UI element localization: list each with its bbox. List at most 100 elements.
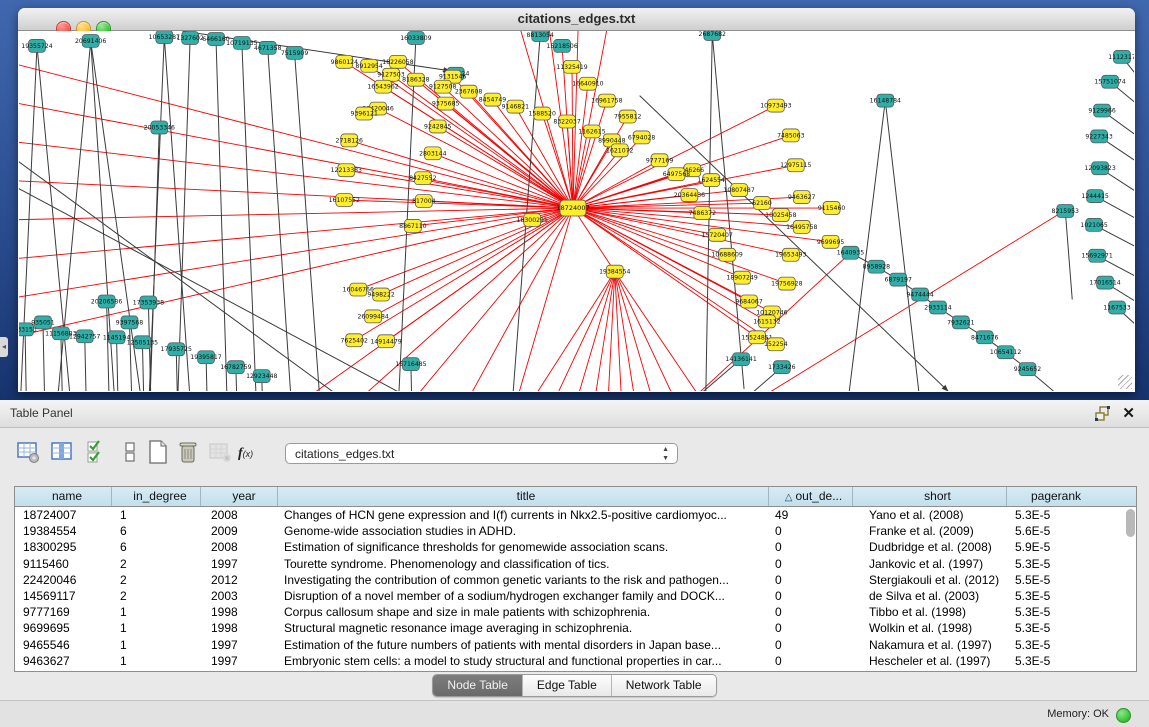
table-cell[interactable]: 49 [769, 507, 853, 523]
table-cell[interactable]: 0 [769, 653, 853, 669]
graph-node[interactable]: 7515909 [281, 46, 309, 59]
table-cell[interactable]: 9115460 [15, 556, 112, 572]
table-cell[interactable]: 0 [769, 588, 853, 604]
table-cell[interactable]: 1997 [201, 556, 278, 572]
memory-status-indicator[interactable] [1116, 708, 1131, 723]
table-cell[interactable]: Genome-wide association studies in ADHD. [278, 523, 769, 539]
table-cell[interactable]: 2 [112, 588, 201, 604]
row-height-icon[interactable] [118, 440, 142, 464]
column-header-year[interactable]: year [201, 487, 278, 506]
table-row[interactable]: 911546021997Tourette syndrome. Phenomeno… [15, 556, 1136, 572]
table-cell[interactable]: 1 [112, 507, 201, 523]
table-cell[interactable]: 1997 [201, 653, 278, 669]
table-cell[interactable]: 9699695 [15, 620, 112, 636]
table-cell[interactable]: Disruption of a novel member of a sodium… [278, 588, 769, 604]
table-cell[interactable]: Corpus callosum shape and size in male p… [278, 604, 769, 620]
graph-node[interactable]: 9684067 [735, 295, 763, 308]
column-header-out_de[interactable]: △out_de... [769, 487, 853, 506]
graph-node[interactable]: 2933114 [924, 301, 952, 314]
graph-node[interactable]: 8813054 [526, 31, 554, 41]
graph-node[interactable]: 1624554 [698, 174, 726, 187]
table-cell[interactable]: 5.3E-5 [1007, 637, 1097, 653]
delete-table-icon[interactable] [208, 440, 232, 464]
table-cell[interactable]: Dudbridge et al. (2008) [853, 539, 1007, 555]
graph-node[interactable]: 6794028 [628, 131, 656, 144]
graph-node[interactable]: 8322037 [553, 115, 581, 128]
table-cell[interactable]: Estimation of the future numbers of pati… [278, 637, 769, 653]
graph-node[interactable]: 62160 [752, 197, 772, 210]
graph-node[interactable]: 935051 [31, 316, 55, 329]
table-cell[interactable]: 1998 [201, 604, 278, 620]
graph-node[interactable]: 10973493 [760, 99, 791, 112]
table-cell[interactable]: 5.6E-5 [1007, 523, 1097, 539]
graph-node[interactable]: 9699695 [817, 235, 845, 248]
table-cell[interactable]: 2003 [201, 588, 278, 604]
graph-node[interactable]: 10025458 [765, 209, 796, 222]
column-header-pagerank[interactable]: pagerank [1007, 487, 1097, 506]
column-header-short[interactable]: short [853, 487, 1007, 506]
table-cell[interactable]: 0 [769, 637, 853, 653]
graph-node[interactable]: 9474444 [906, 288, 934, 301]
table-cell[interactable]: Jankovic et al. (1997) [853, 556, 1007, 572]
table-cell[interactable]: Hescheler et al. (1997) [853, 653, 1007, 669]
table-cell[interactable]: 1997 [201, 637, 278, 653]
column-header-in_degree[interactable]: in_degree [112, 487, 201, 506]
graph-node[interactable]: 18226058 [382, 55, 413, 68]
table-cell[interactable]: Embryonic stem cells: a model to study s… [278, 653, 769, 669]
graph-node[interactable]: 15751074 [1094, 75, 1125, 88]
graph-node[interactable]: 9777169 [646, 154, 674, 167]
graph-node[interactable]: 19395817 [190, 351, 221, 364]
graph-node[interactable]: 10807487 [723, 184, 754, 197]
graph-node[interactable]: 16107552 [329, 194, 360, 207]
table-cell[interactable]: 2008 [201, 539, 278, 555]
table-cell[interactable]: 0 [769, 539, 853, 555]
select-columns-icon[interactable] [50, 440, 74, 464]
graph-node[interactable]: 19653493 [775, 248, 806, 261]
graph-node[interactable]: 9860124 [331, 55, 359, 68]
table-cell[interactable]: Changes of HCN gene expression and I(f) … [278, 507, 769, 523]
table-cell[interactable]: Yano et al. (2008) [853, 507, 1007, 523]
column-header-title[interactable]: title [278, 487, 769, 506]
table-cell[interactable]: 2008 [201, 507, 278, 523]
table-cell[interactable]: 22420046 [15, 572, 112, 588]
table-cell[interactable]: 0 [769, 604, 853, 620]
table-cell[interactable]: 18300295 [15, 539, 112, 555]
graph-node[interactable]: 16148784 [870, 94, 901, 107]
network-canvas[interactable]: 1872400719355724206914061065328713276026… [19, 31, 1134, 391]
graph-node[interactable]: 10654112 [990, 346, 1021, 359]
table-cell[interactable]: 5.3E-5 [1007, 588, 1097, 604]
tab-edge-table[interactable]: Edge Table [523, 675, 612, 696]
table-cell[interactable]: 5.3E-5 [1007, 620, 1097, 636]
graph-node[interactable]: 2803144 [419, 147, 447, 160]
table-cell[interactable]: 5.3E-5 [1007, 604, 1097, 620]
table-cell[interactable]: 1998 [201, 620, 278, 636]
table-cell[interactable]: 18724007 [15, 507, 112, 523]
table-cell[interactable]: de Silva et al. (2003) [853, 588, 1007, 604]
graph-node[interactable]: 19355724 [21, 39, 52, 52]
table-cell[interactable]: 2 [112, 572, 201, 588]
tab-network-table[interactable]: Network Table [612, 675, 716, 696]
graph-node[interactable]: 1733426 [768, 361, 796, 374]
table-row[interactable]: 977716911998Corpus callosum shape and si… [15, 604, 1136, 620]
table-cell[interactable]: 5.9E-5 [1007, 539, 1097, 555]
table-row[interactable]: 969969511998Structural magnetic resonanc… [15, 620, 1136, 636]
graph-node[interactable]: 15720407 [702, 228, 733, 241]
float-panel-icon[interactable] [1095, 406, 1111, 421]
graph-node[interactable]: 12093823 [1084, 162, 1115, 175]
graph-node[interactable]: 9242845 [424, 120, 452, 133]
table-cell[interactable]: 2009 [201, 523, 278, 539]
graph-node[interactable]: 17016514 [1089, 276, 1120, 289]
table-cell[interactable]: 2012 [201, 572, 278, 588]
graph-node[interactable]: 7955812 [614, 110, 642, 123]
table-cell[interactable]: 1 [112, 637, 201, 653]
table-cell[interactable]: Franke et al. (2009) [853, 523, 1007, 539]
table-cell[interactable]: 9777169 [15, 604, 112, 620]
table-row[interactable]: 1456911722003Disruption of a novel membe… [15, 588, 1136, 604]
select-all-icon[interactable] [86, 440, 110, 464]
divider-collapse-handle[interactable]: ◂ [0, 337, 8, 357]
graph-node[interactable]: 10653287 [149, 31, 180, 43]
function-builder-icon[interactable]: f(x) [238, 440, 262, 464]
table-cell[interactable]: Estimation of significance thresholds fo… [278, 539, 769, 555]
column-header-name[interactable]: name [15, 487, 112, 506]
graph-node[interactable]: 1588520 [528, 107, 556, 120]
